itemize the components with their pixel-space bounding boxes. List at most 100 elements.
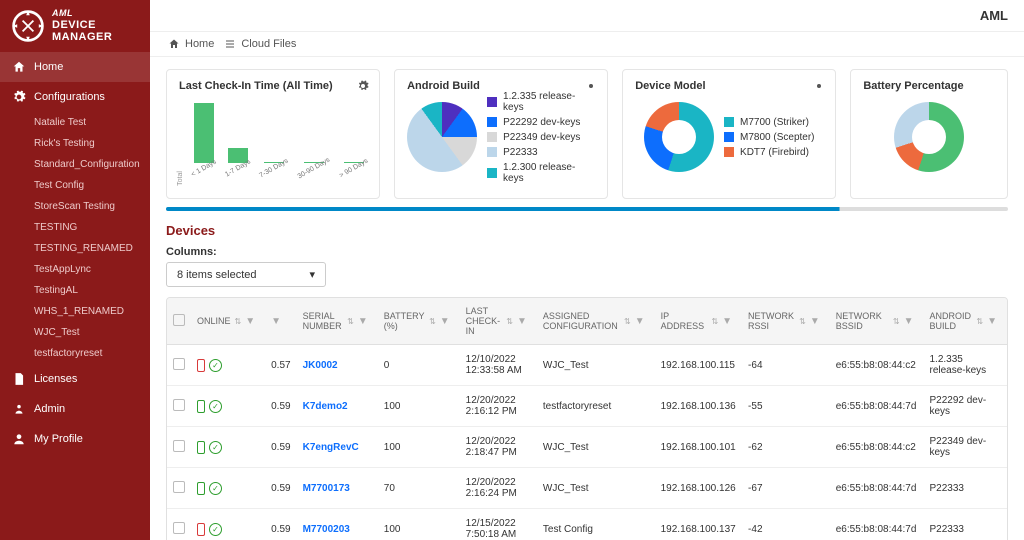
breadcrumb-home[interactable]: Home — [168, 38, 214, 50]
config-cell: Test Config — [537, 509, 655, 540]
gear-icon[interactable] — [813, 80, 825, 95]
table-header[interactable]: BATTERY (%)⇅▼ — [378, 298, 460, 345]
nav-profile[interactable]: My Profile — [0, 424, 150, 454]
filter-icon[interactable]: ▼ — [635, 316, 649, 327]
filter-icon[interactable]: ▼ — [517, 316, 531, 327]
scroll-indicator[interactable] — [166, 207, 1008, 211]
serial-link[interactable]: JK0002 — [303, 360, 338, 371]
table-header[interactable]: ANDROID BUILD⇅▼ — [923, 298, 1007, 345]
nav-admin[interactable]: Admin — [0, 394, 150, 424]
sidebar-config-item[interactable]: StoreScan Testing — [0, 196, 150, 217]
table-header[interactable] — [167, 298, 191, 345]
sidebar-config-item[interactable]: Natalie Test — [0, 112, 150, 133]
table-header[interactable]: ONLINE⇅▼ — [191, 298, 265, 345]
sort-icon[interactable]: ⇅ — [429, 317, 436, 326]
nav-configurations[interactable]: Configurations — [0, 82, 150, 112]
sidebar-config-item[interactable]: TESTING_RENAMED — [0, 238, 150, 259]
table-header[interactable]: ASSIGNED CONFIGURATION⇅▼ — [537, 298, 655, 345]
device-status-icon — [197, 482, 205, 495]
row-checkbox[interactable] — [173, 399, 185, 411]
table-header[interactable]: LAST CHECK-IN⇅▼ — [460, 298, 537, 345]
brand-line3: MANAGER — [52, 31, 112, 43]
sort-icon[interactable]: ⇅ — [235, 317, 242, 326]
rssi-cell: -64 — [742, 345, 830, 386]
card-title: Device Model — [635, 80, 823, 92]
row-checkbox[interactable] — [173, 522, 185, 534]
sidebar-config-item[interactable]: TESTING — [0, 217, 150, 238]
ip-cell: 192.168.100.101 — [655, 427, 742, 468]
sort-icon[interactable]: ⇅ — [506, 317, 513, 326]
serial-link[interactable]: K7demo2 — [303, 401, 348, 412]
columns-select-value: 8 items selected — [177, 269, 256, 281]
row-checkbox[interactable] — [173, 481, 185, 493]
sidebar-config-item[interactable]: WHS_1_RENAMED — [0, 301, 150, 322]
sidebar-config-item[interactable]: Test Config — [0, 175, 150, 196]
battery-cell: 70 — [378, 468, 460, 509]
sort-icon[interactable]: ⇅ — [347, 317, 354, 326]
sidebar-config-item[interactable]: testfactoryreset — [0, 343, 150, 364]
filter-icon[interactable]: ▼ — [358, 316, 372, 327]
config-cell: WJC_Test — [537, 345, 655, 386]
filter-icon[interactable]: ▼ — [904, 316, 918, 327]
legend-item: 1.2.300 release-keys — [487, 162, 595, 184]
checkin-cell: 12/10/2022 12:33:58 AM — [460, 345, 537, 386]
table-row[interactable]: ✓0.59K7engRevC10012/20/2022 2:18:47 PMWJ… — [167, 427, 1007, 468]
nav-configurations-label: Configurations — [34, 91, 105, 103]
checkbox-all[interactable] — [173, 314, 185, 326]
sidebar-config-item[interactable]: WJC_Test — [0, 322, 150, 343]
card-last-checkin: Last Check-In Time (All Time) Total < 1 … — [166, 69, 380, 199]
gear-icon[interactable] — [585, 80, 597, 95]
serial-link[interactable]: M7700173 — [303, 483, 350, 494]
table-row[interactable]: ✓0.59M77001737012/20/2022 2:16:24 PMWJC_… — [167, 468, 1007, 509]
filter-icon[interactable]: ▼ — [987, 316, 1001, 327]
table-header[interactable]: ▼ — [265, 298, 296, 345]
row-checkbox[interactable] — [173, 440, 185, 452]
table-row[interactable]: ✓0.59M770020310012/15/2022 7:50:18 AMTes… — [167, 509, 1007, 540]
y-axis-label: Total — [177, 171, 184, 186]
admin-icon — [12, 402, 26, 416]
table-header[interactable]: IP ADDRESS⇅▼ — [655, 298, 742, 345]
gear-icon[interactable] — [357, 80, 369, 95]
breadcrumb-cloud-files[interactable]: Cloud Files — [224, 38, 296, 50]
android-legend: 1.2.335 release-keysP22292 dev-keysP2234… — [487, 91, 595, 184]
version-cell: 0.59 — [265, 427, 296, 468]
sort-icon[interactable]: ⇅ — [799, 317, 806, 326]
sidebar-config-item[interactable]: Standard_Configuration — [0, 154, 150, 175]
sort-icon[interactable]: ⇅ — [711, 317, 718, 326]
gear-wrench-icon — [10, 8, 46, 44]
brand-line1: AML — [52, 9, 112, 19]
card-title: Last Check-In Time (All Time) — [179, 80, 367, 92]
bssid-cell: e6:55:b8:08:44:7d — [830, 468, 924, 509]
table-header[interactable]: SERIAL NUMBER⇅▼ — [297, 298, 378, 345]
sidebar-config-item[interactable]: TestAppLync — [0, 259, 150, 280]
checkin-cell: 12/15/2022 7:50:18 AM — [460, 509, 537, 540]
columns-select[interactable]: 8 items selected ▾ — [166, 262, 326, 287]
table-header[interactable]: NETWORK BSSID⇅▼ — [830, 298, 924, 345]
sidebar-config-item[interactable]: Rick's Testing — [0, 133, 150, 154]
table-row[interactable]: ✓0.59K7demo210012/20/2022 2:16:12 PMtest… — [167, 386, 1007, 427]
sidebar-config-item[interactable]: TestingAL — [0, 280, 150, 301]
filter-icon[interactable]: ▼ — [245, 316, 259, 327]
sort-icon[interactable]: ⇅ — [624, 317, 631, 326]
table-row[interactable]: ✓0.57JK0002012/10/2022 12:33:58 AMWJC_Te… — [167, 345, 1007, 386]
filter-icon[interactable]: ▼ — [722, 316, 736, 327]
nav-licenses[interactable]: Licenses — [0, 364, 150, 394]
legend-item: P22292 dev-keys — [487, 117, 595, 128]
row-checkbox[interactable] — [173, 358, 185, 370]
serial-link[interactable]: K7engRevC — [303, 442, 359, 453]
card-title: Battery Percentage — [863, 80, 995, 92]
sort-icon[interactable]: ⇅ — [976, 317, 983, 326]
serial-link[interactable]: M7700203 — [303, 524, 350, 535]
filter-icon[interactable]: ▼ — [271, 316, 285, 327]
nav-home[interactable]: Home — [0, 52, 150, 82]
main-content: AML Home Cloud Files Last Check-In Time … — [150, 0, 1024, 540]
filter-icon[interactable]: ▼ — [810, 316, 824, 327]
user-icon — [12, 432, 26, 446]
home-icon — [12, 60, 26, 74]
rssi-cell: -42 — [742, 509, 830, 540]
card-battery: Battery Percentage — [850, 69, 1008, 199]
filter-icon[interactable]: ▼ — [440, 316, 454, 327]
sort-icon[interactable]: ⇅ — [893, 317, 900, 326]
table-header[interactable]: NETWORK RSSI⇅▼ — [742, 298, 830, 345]
ip-cell: 192.168.100.126 — [655, 468, 742, 509]
